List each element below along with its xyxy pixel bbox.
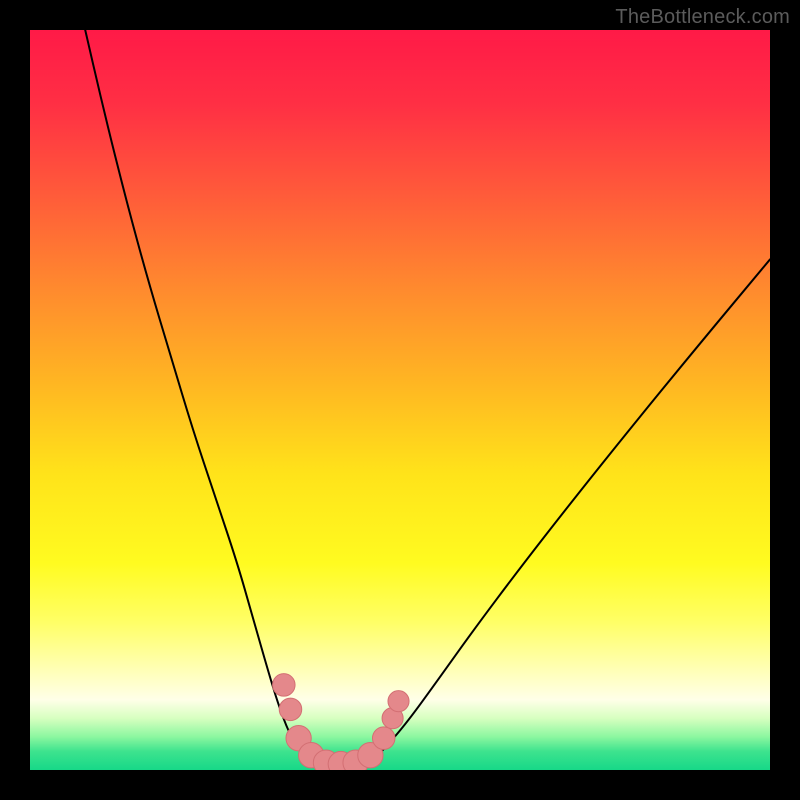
chart-canvas xyxy=(30,30,770,770)
plot-area xyxy=(30,30,770,770)
watermark-text: TheBottleneck.com xyxy=(615,6,790,29)
chart-frame: TheBottleneck.com xyxy=(0,0,800,800)
markers-group xyxy=(273,674,409,770)
series-right-curve xyxy=(370,259,770,762)
marker-point xyxy=(273,674,296,697)
marker-point xyxy=(372,727,395,750)
series-left-curve xyxy=(82,30,311,763)
marker-point xyxy=(388,691,409,712)
marker-point xyxy=(279,698,302,721)
curves-group xyxy=(82,30,770,767)
